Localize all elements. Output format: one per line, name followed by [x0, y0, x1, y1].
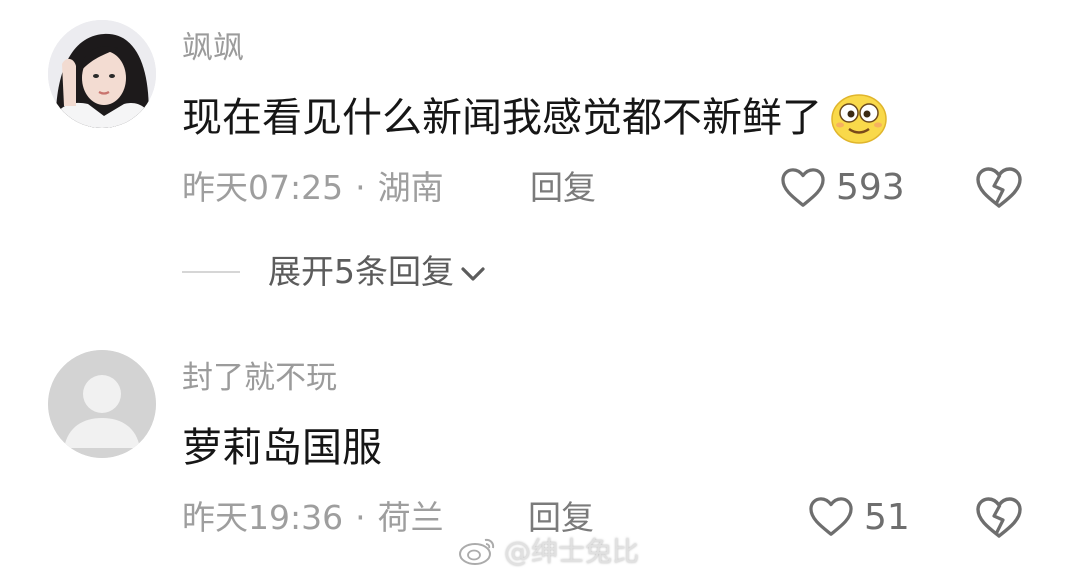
chevron-down-icon	[461, 267, 485, 281]
comment-meta: 昨天07:25 · 湖南	[182, 166, 444, 210]
comment-text-body: 现在看见什么新闻我感觉都不新鲜了	[182, 95, 822, 141]
like-count: 593	[836, 167, 905, 208]
expand-replies-label: 展开5条回复	[268, 252, 454, 291]
meta-separator: ·	[355, 498, 366, 537]
username[interactable]: 飒飒	[182, 28, 244, 68]
default-gray-avatar	[48, 350, 156, 458]
reply-button[interactable]: 回复	[530, 166, 596, 210]
expand-replies-button[interactable]: 展开5条回复	[182, 250, 486, 294]
divider-line	[182, 271, 240, 273]
comment-location: 荷兰	[377, 498, 444, 537]
like-count: 51	[864, 497, 910, 538]
avatar[interactable]	[48, 20, 156, 128]
comment-meta: 昨天19:36 · 荷兰	[182, 496, 444, 540]
broken-heart-dislike-icon[interactable]	[975, 496, 1023, 540]
username[interactable]: 封了就不玩	[182, 358, 337, 398]
watermark: @绅士兔比	[458, 530, 639, 569]
user-photo-avatar	[48, 20, 156, 128]
watermark-text: @绅士兔比	[504, 537, 639, 568]
comment-location: 湖南	[377, 168, 444, 207]
heart-like-icon[interactable]	[808, 496, 854, 538]
comment-item: 飒飒 现在看见什么新闻我感觉都不新鲜了 昨天07:25 · 湖南 回复 593	[0, 0, 1080, 240]
broken-heart-dislike-icon[interactable]	[975, 166, 1023, 210]
heart-like-icon[interactable]	[780, 167, 826, 209]
silly-face-emoji	[831, 94, 887, 144]
avatar[interactable]	[48, 350, 156, 458]
weibo-logo	[459, 538, 495, 565]
comment-text: 现在看见什么新闻我感觉都不新鲜了	[182, 91, 888, 145]
comment-time: 昨天19:36	[182, 498, 344, 537]
comment-time: 昨天07:25	[182, 168, 344, 207]
comment-text-body: 萝莉岛国服	[182, 425, 382, 471]
meta-separator: ·	[355, 168, 366, 207]
comment-text: 萝莉岛国服	[182, 422, 382, 474]
